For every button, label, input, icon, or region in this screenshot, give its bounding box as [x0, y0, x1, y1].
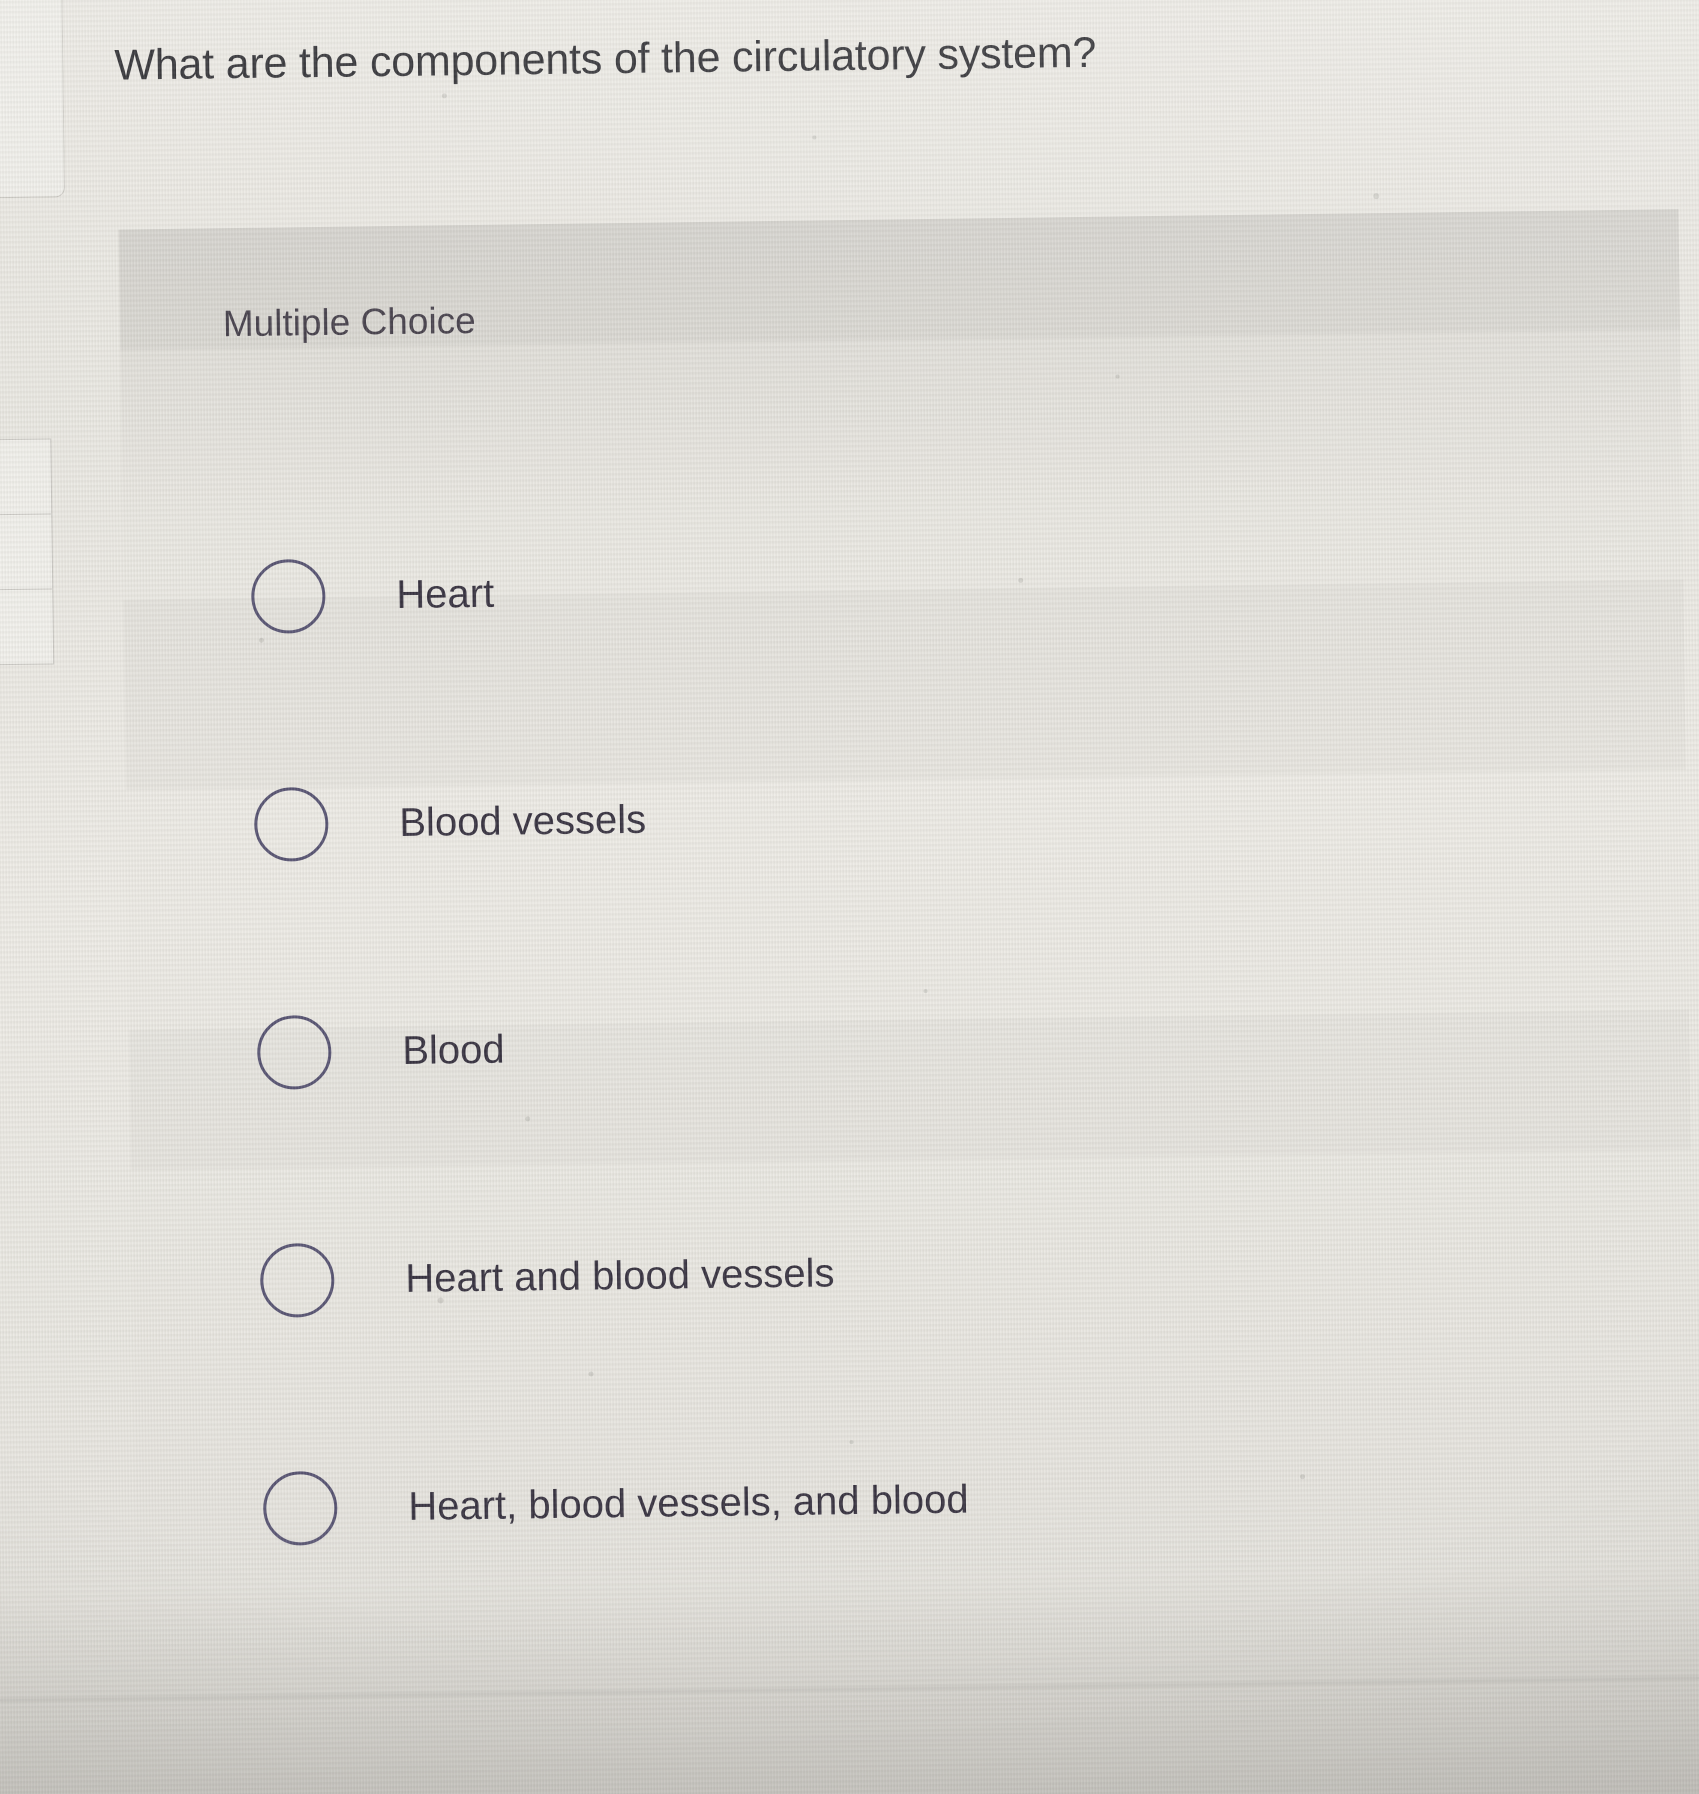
answer-option-label: Heart and blood vessels: [405, 1250, 835, 1301]
answer-option-label: Heart: [396, 571, 495, 617]
screen-surface: 5 ok nt nces What are the components of …: [0, 0, 1699, 1794]
sidebar-menu-clipped[interactable]: ok nt nces: [0, 438, 55, 668]
answer-option-label: Heart, blood vessels, and blood: [407, 1477, 969, 1529]
answer-option[interactable]: Heart: [122, 464, 1685, 712]
answer-card: Multiple Choice Heart Blood vessels Bloo…: [118, 209, 1698, 1680]
photograph-of-screen: 5 ok nt nces What are the components of …: [0, 0, 1699, 1794]
card-bottom-seam: [0, 1676, 1699, 1702]
sidebar-item-references[interactable]: nces: [0, 589, 53, 666]
question-stem: What are the components of the circulato…: [114, 28, 1097, 90]
question-type-label: Multiple Choice: [222, 299, 476, 345]
radio-button-icon[interactable]: [262, 1470, 338, 1546]
sidebar-panel-top-clipped: [0, 0, 66, 201]
sidebar-item-ebook[interactable]: ok: [0, 439, 52, 518]
answer-options-list: Heart Blood vessels Blood Heart and bloo…: [122, 464, 1697, 1624]
radio-button-icon[interactable]: [250, 558, 326, 634]
answer-option[interactable]: Heart, blood vessels, and blood: [134, 1376, 1697, 1624]
answer-option[interactable]: Blood vessels: [125, 692, 1688, 940]
radio-button-icon[interactable]: [259, 1242, 335, 1318]
answer-option-label: Blood: [402, 1027, 505, 1073]
question-navigation-bar-clipped[interactable]: < P 5 of 20: [0, 1766, 1699, 1794]
answer-option-label: Blood vessels: [399, 797, 647, 845]
answer-option[interactable]: Blood: [128, 920, 1691, 1168]
answer-option[interactable]: Heart and blood vessels: [131, 1148, 1694, 1396]
radio-button-icon[interactable]: [253, 786, 329, 862]
radio-button-icon[interactable]: [256, 1014, 332, 1090]
sidebar-item-print[interactable]: nt: [0, 514, 53, 593]
